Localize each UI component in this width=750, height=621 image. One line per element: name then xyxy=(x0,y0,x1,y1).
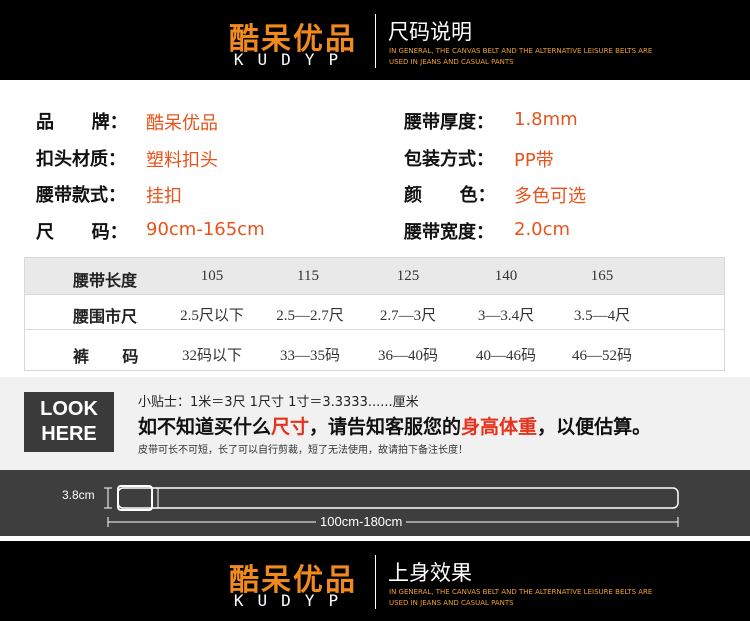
table-row: 裤 码 32码以下 33—35码 36—40码 40—46码 46—52码 xyxy=(25,334,724,370)
row-header: 裤 码 xyxy=(73,347,139,366)
spec-value: 挂扣 xyxy=(146,186,182,207)
table-cell: 36—40码 xyxy=(377,348,438,364)
table-cell: 40—46码 xyxy=(475,348,536,364)
spec-value: 90cm-165cm xyxy=(146,219,265,240)
divider xyxy=(375,14,376,68)
size-table: 腰带长度 105 115 125 140 165 腰围市尺 2.5尺以下 2.5… xyxy=(24,257,725,371)
table-cell: 2.5尺以下 xyxy=(180,308,244,324)
spec-value: 1.8mm xyxy=(514,109,578,130)
section-subtitle: IN GENERAL, THE CANVAS BELT AND THE ALTE… xyxy=(389,46,689,68)
section-title: 上身效果 xyxy=(388,561,472,585)
table-cell: 140 xyxy=(494,268,518,284)
brand-sub: KUDYP xyxy=(233,591,353,610)
spec-value: 塑料扣头 xyxy=(146,150,218,171)
table-cell: 32码以下 xyxy=(181,348,242,364)
spec-value: 多色可选 xyxy=(514,186,586,207)
spec-label: 包装方式： xyxy=(404,149,494,170)
tip-text: 小贴士：1米＝3尺 1尺寸 1寸＝3.3333......厘米 xyxy=(138,395,419,410)
belt-width-label: 3.8cm xyxy=(62,488,95,502)
section-title: 尺码说明 xyxy=(388,20,472,44)
badge-line-2: HERE xyxy=(41,423,97,445)
headline-highlight: 尺寸 xyxy=(271,416,310,438)
headline-text: ，以便估算。 xyxy=(537,416,652,438)
badge-line-1: LOOK xyxy=(40,398,98,420)
subtitle-line-2: USED IN JEANS AND CASUAL PANTS xyxy=(389,599,514,607)
belt-length-label: 100cm-180cm xyxy=(316,514,407,529)
headline-text: ，请告知客服您的 xyxy=(309,416,462,438)
belt-outline-icon xyxy=(117,487,679,509)
table-cell: 33—35码 xyxy=(279,348,340,364)
spec-label: 品 牌： xyxy=(36,112,128,133)
top-banner: 酷呆优品 KUDYP 尺码说明 IN GENERAL, THE CANVAS B… xyxy=(0,0,750,80)
row-header: 腰带长度 xyxy=(73,271,138,290)
subtitle-line-1: IN GENERAL, THE CANVAS BELT AND THE ALTE… xyxy=(389,588,653,596)
headline-highlight: 身高体重 xyxy=(461,416,538,438)
spec-label: 颜 色： xyxy=(404,185,496,206)
buckle-icon xyxy=(117,485,153,511)
spec-label: 腰带厚度： xyxy=(404,112,494,133)
spec-value: 酷呆优品 xyxy=(146,113,218,134)
table-cell: 3.5—4尺 xyxy=(573,308,631,324)
headline: 如不知道买什么尺寸，请告知客服您的身高体重，以便估算。 xyxy=(138,412,651,439)
spec-value: PP带 xyxy=(514,150,554,171)
divider xyxy=(375,555,376,609)
table-cell: 2.7—3尺 xyxy=(379,308,437,324)
subtitle-line-2: USED IN JEANS AND CASUAL PANTS xyxy=(389,58,514,66)
table-cell: 46—52码 xyxy=(571,348,632,364)
look-here-badge: LOOK HERE xyxy=(24,392,114,452)
bottom-banner: 酷呆优品 KUDYP 上身效果 IN GENERAL, THE CANVAS B… xyxy=(0,541,750,621)
spec-label: 尺 码： xyxy=(36,222,128,243)
table-cell: 105 xyxy=(200,268,224,284)
spec-label: 腰带款式： xyxy=(36,185,126,206)
section-subtitle: IN GENERAL, THE CANVAS BELT AND THE ALTE… xyxy=(389,587,689,609)
table-cell: 2.5—2.7尺 xyxy=(276,308,344,324)
table-cell: 165 xyxy=(590,268,614,284)
row-header: 腰围市尺 xyxy=(73,307,138,326)
spec-label: 扣头材质： xyxy=(36,149,126,170)
subtitle-line-1: IN GENERAL, THE CANVAS BELT AND THE ALTE… xyxy=(389,47,653,55)
spec-label: 腰带宽度： xyxy=(404,222,494,243)
brand-sub: KUDYP xyxy=(233,50,353,69)
spec-value: 2.0cm xyxy=(514,219,571,240)
table-cell: 125 xyxy=(396,268,420,284)
table-cell: 3—3.4尺 xyxy=(477,308,535,324)
note-text: 皮带可长不可短，长了可以自行剪裁，短了无法使用，故请拍下备注长度！ xyxy=(138,445,468,456)
table-cell: 115 xyxy=(297,268,319,284)
table-row: 腰围市尺 2.5尺以下 2.5—2.7尺 2.7—3尺 3—3.4尺 3.5—4… xyxy=(25,294,724,330)
headline-text: 如不知道买什么 xyxy=(138,416,272,438)
table-row: 腰带长度 105 115 125 140 165 xyxy=(25,258,724,294)
